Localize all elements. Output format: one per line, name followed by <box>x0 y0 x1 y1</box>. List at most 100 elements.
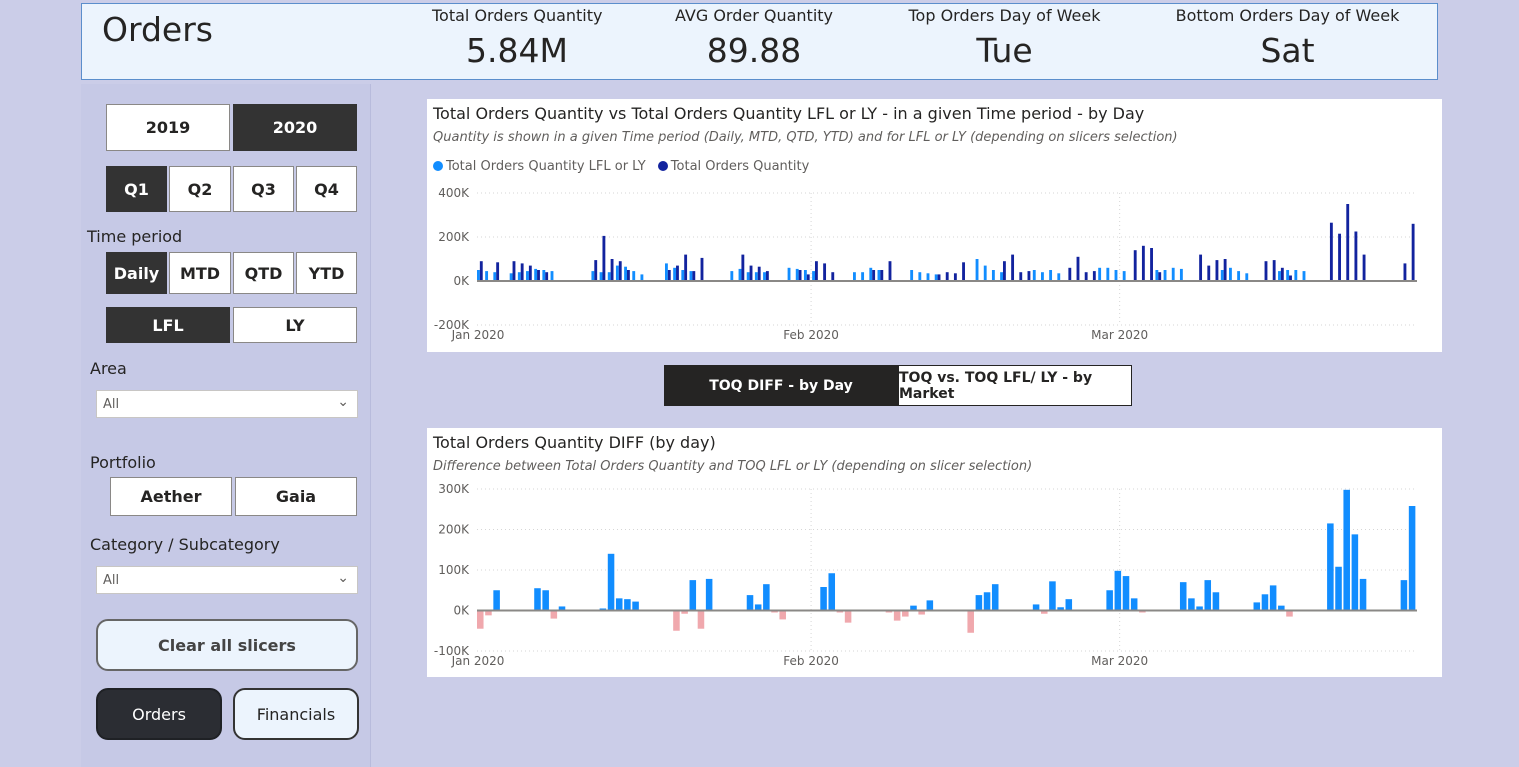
bar-toq <box>676 265 679 281</box>
area-label: Area <box>90 359 127 378</box>
nav-orders-button[interactable]: Orders <box>96 688 222 740</box>
bar-diff <box>1400 580 1408 611</box>
bar-diff <box>477 610 484 629</box>
bar-diff <box>673 610 680 631</box>
y-tick-label: 200K <box>438 230 470 244</box>
toq-vs-lfl-bar-chart[interactable]: 400K200K0K-200KJan 2020 Feb 2020 Mar 2020 <box>427 99 1442 352</box>
bar-toq <box>749 265 753 281</box>
bar-diff <box>1343 489 1350 611</box>
bar-lfl <box>509 273 513 281</box>
bar-lfl <box>526 271 529 281</box>
bar-toq <box>880 270 884 281</box>
bar-toq <box>512 261 516 281</box>
bar-diff <box>607 553 615 611</box>
bar-lfl <box>591 271 595 281</box>
year-2020-button[interactable]: 2020 <box>233 104 357 151</box>
bar-toq <box>1354 231 1358 281</box>
quarter-q4-button[interactable]: Q4 <box>296 166 357 212</box>
kpi-label: Total Orders Quantity <box>432 6 603 25</box>
bar-toq <box>1002 261 1006 281</box>
bar-lfl <box>1237 271 1241 281</box>
bar-lfl <box>763 272 766 281</box>
bar-lfl <box>803 270 807 281</box>
bar-diff <box>983 592 991 611</box>
bar-toq <box>626 270 630 281</box>
bar-diff <box>1049 581 1056 611</box>
portfolio-aether-button[interactable]: Aether <box>110 477 232 516</box>
bar-lfl <box>918 272 922 281</box>
bar-diff <box>1188 598 1195 611</box>
nav-financials-button[interactable]: Financials <box>233 688 359 740</box>
bar-toq <box>1272 260 1276 281</box>
bar-lfl <box>877 270 881 281</box>
bar-lfl <box>689 271 693 281</box>
bar-lfl <box>869 267 873 281</box>
bar-lfl <box>1032 270 1036 281</box>
comparison-ly-button[interactable]: LY <box>233 307 357 343</box>
bar-diff <box>1351 534 1359 611</box>
bar-diff <box>550 610 558 619</box>
bar-toq <box>1207 265 1211 281</box>
bar-diff <box>1327 523 1334 611</box>
bar-diff <box>926 600 934 611</box>
bar-lfl <box>754 272 758 281</box>
bar-lfl <box>673 267 677 281</box>
bar-lfl <box>681 270 685 281</box>
time-period-mtd-button[interactable]: MTD <box>169 252 231 294</box>
bar-toq <box>1329 222 1333 281</box>
bar-lfl <box>1155 270 1159 281</box>
toq-diff-bar-chart[interactable]: 300K200K100K0K-100KJan 2020 Feb 2020 Mar 2… <box>427 428 1442 677</box>
bar-diff <box>493 590 500 611</box>
area-dropdown[interactable]: All ⌄ <box>96 390 358 418</box>
bar-diff <box>1179 582 1187 611</box>
bar-toq <box>1076 256 1080 281</box>
bar-lfl <box>787 267 791 281</box>
comparison-lfl-button[interactable]: LFL <box>106 307 230 343</box>
quarter-q2-button[interactable]: Q2 <box>169 166 231 212</box>
bar-diff <box>1122 576 1130 611</box>
bar-toq <box>962 262 965 281</box>
bar-toq <box>1092 271 1096 281</box>
bar-toq <box>872 270 876 281</box>
portfolio-label: Portfolio <box>90 453 156 472</box>
y-tick-label: 300K <box>438 482 470 496</box>
bar-lfl <box>1286 270 1290 281</box>
clear-all-slicers-button[interactable]: Clear all slicers <box>96 619 358 671</box>
bar-lfl <box>812 271 815 281</box>
year-2019-button[interactable]: 2019 <box>106 104 230 151</box>
time-period-qtd-button[interactable]: QTD <box>233 252 294 294</box>
bar-toq <box>618 261 622 281</box>
kpi-total-orders-quantity: Total Orders Quantity 5.84M <box>432 6 602 70</box>
y-tick-label: 0K <box>453 274 470 288</box>
kpi-label: AVG Order Quantity <box>674 6 834 25</box>
x-tick-label: Jan 2020 <box>451 328 505 342</box>
portfolio-gaia-button[interactable]: Gaia <box>235 477 357 516</box>
bar-toq <box>1362 254 1366 281</box>
tab-toq-vs-lfl-by-market[interactable]: TOQ vs. TOQ LFL/ LY - by Market <box>898 365 1132 406</box>
bar-diff <box>967 610 974 633</box>
area-dropdown-value: All <box>103 397 120 412</box>
time-period-ytd-button[interactable]: YTD <box>296 252 357 294</box>
bar-diff <box>1114 570 1122 611</box>
chart-tabs: TOQ DIFF - by Day TOQ vs. TOQ LFL/ LY - … <box>664 365 1132 406</box>
quarter-q1-button[interactable]: Q1 <box>106 166 167 212</box>
bar-toq <box>692 271 696 281</box>
bar-lfl <box>1245 273 1249 281</box>
quarter-q3-button[interactable]: Q3 <box>233 166 294 212</box>
chevron-down-icon: ⌄ <box>337 394 349 410</box>
x-tick-label: Feb 2020 <box>783 328 839 342</box>
bar-lfl <box>861 272 865 281</box>
category-dropdown[interactable]: All ⌄ <box>96 566 358 594</box>
bar-diff <box>1359 578 1367 611</box>
time-period-label: Time period <box>87 227 183 246</box>
bar-toq <box>496 262 500 281</box>
kpi-value: 89.88 <box>706 31 802 70</box>
bar-lfl <box>1229 267 1232 281</box>
bar-toq <box>945 272 949 281</box>
bar-lfl <box>926 273 930 281</box>
time-period-daily-button[interactable]: Daily <box>106 252 167 294</box>
bar-toq <box>757 266 761 281</box>
bar-diff <box>820 587 827 611</box>
bar-lfl <box>517 272 521 281</box>
tab-toq-diff-by-day[interactable]: TOQ DIFF - by Day <box>664 365 898 406</box>
